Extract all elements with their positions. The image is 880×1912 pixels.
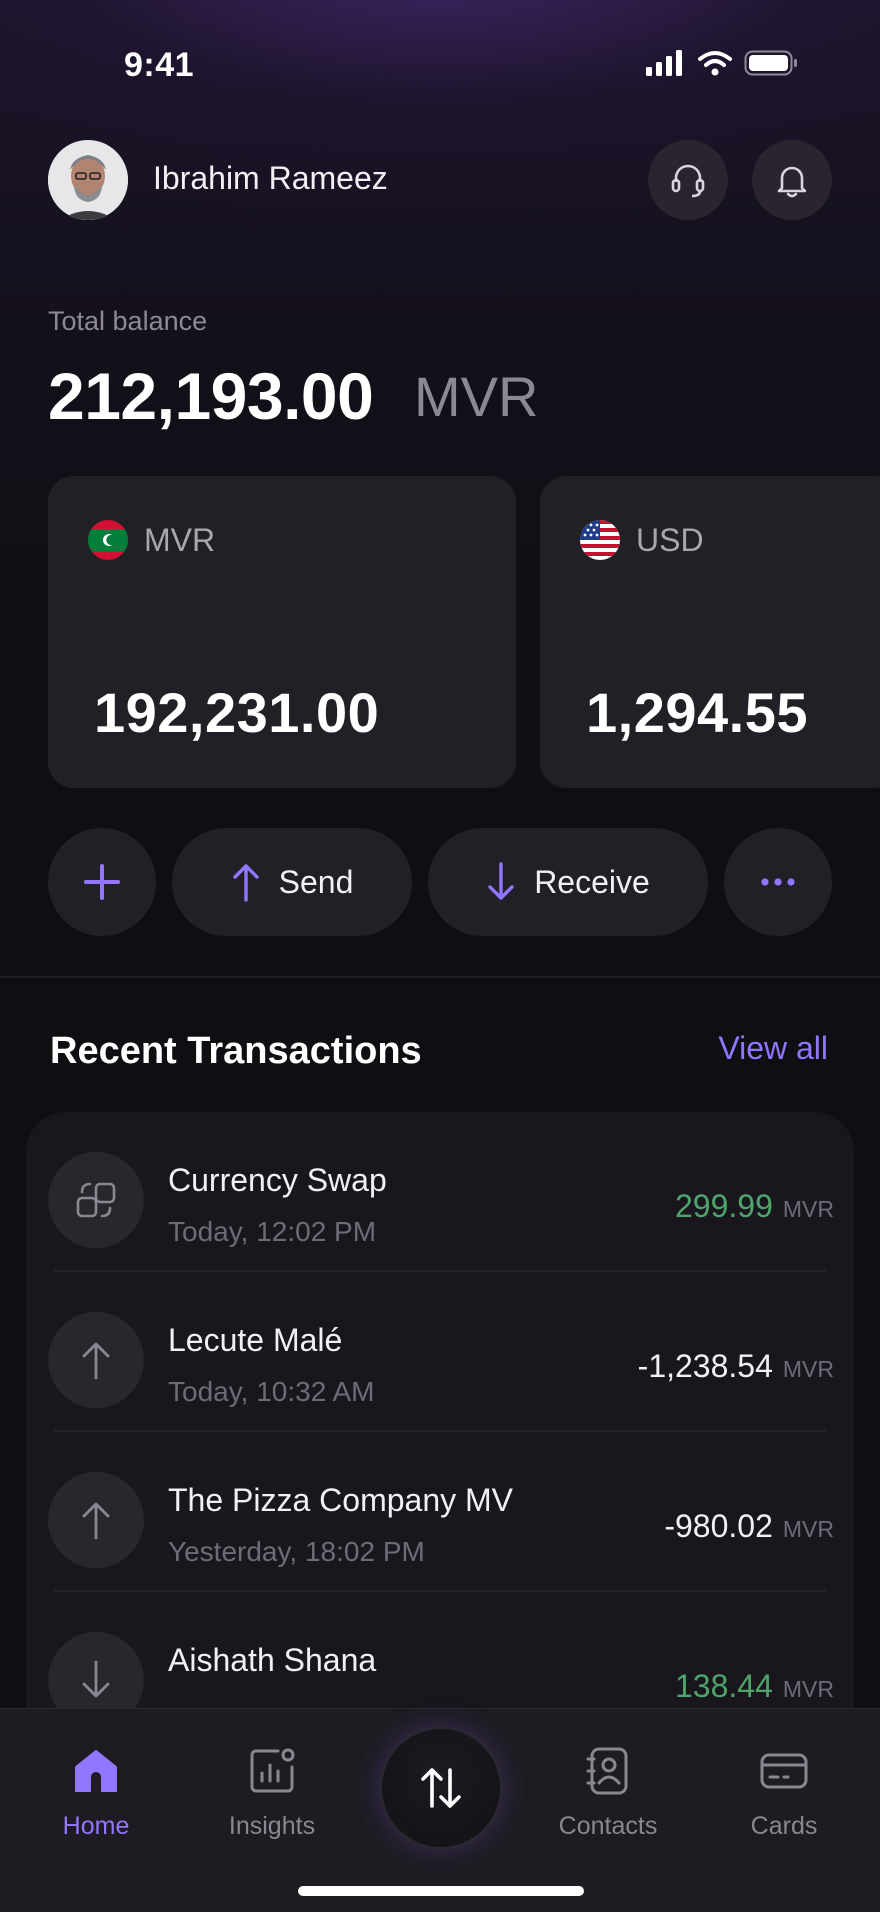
us-flag-icon <box>580 520 620 560</box>
arrow-down-icon <box>488 862 514 900</box>
more-button[interactable] <box>724 828 832 936</box>
transaction-time: Yesterday, 18:02 PM <box>168 1536 425 1567</box>
plus-icon <box>84 864 120 900</box>
transaction-currency: MVR <box>782 1196 834 1222</box>
signal-icon <box>646 50 682 76</box>
nav-home-label: Home <box>62 1812 130 1840</box>
transaction-amount: -1,238.54 <box>637 1348 773 1384</box>
wallet-currency-code: USD <box>636 522 704 558</box>
total-balance-label: Total balance <box>48 306 208 336</box>
maldives-flag-icon <box>88 520 128 560</box>
transfer-button[interactable] <box>382 1729 500 1847</box>
notifications-button[interactable] <box>752 140 832 220</box>
transactions-panel: Currency Swap Today, 12:02 PM 299.99 MVR… <box>26 1112 854 1812</box>
more-icon <box>761 878 795 886</box>
transaction-name: Aishath Shana <box>168 1642 377 1678</box>
transaction-amount: -980.02 <box>664 1508 773 1544</box>
nav-home[interactable]: Home <box>26 1745 166 1841</box>
nav-insights-label: Insights <box>228 1812 316 1840</box>
transaction-amount: 138.44 <box>675 1668 773 1704</box>
transaction-name: Currency Swap <box>168 1162 387 1198</box>
transfer-arrows-icon <box>421 1768 461 1808</box>
transaction-row[interactable]: The Pizza Company MV Yesterday, 18:02 PM… <box>26 1432 854 1592</box>
user-name[interactable]: Ibrahim Rameez <box>153 160 388 197</box>
transaction-name: The Pizza Company MV <box>168 1482 514 1518</box>
arrow-up-icon <box>48 1472 144 1568</box>
total-balance-currency: MVR <box>414 365 539 428</box>
bottom-navigation: Home Insights Contacts Cards <box>0 1708 880 1912</box>
wifi-icon <box>698 51 732 76</box>
add-button[interactable] <box>48 828 156 936</box>
wallet-amount: 192,231.00 <box>94 681 380 744</box>
avatar[interactable] <box>48 140 128 220</box>
home-icon <box>75 1750 117 1792</box>
home-indicator <box>298 1886 584 1896</box>
view-all-link[interactable]: View all <box>718 1030 828 1067</box>
transaction-currency: MVR <box>782 1676 834 1702</box>
nav-contacts-label: Contacts <box>558 1812 658 1840</box>
transaction-name: Lecute Malé <box>168 1322 343 1358</box>
send-button[interactable]: Send <box>172 828 412 936</box>
total-balance-amount: 212,193.00 <box>48 359 374 433</box>
transaction-currency: MVR <box>782 1356 834 1382</box>
nav-cards[interactable]: Cards <box>714 1745 854 1841</box>
battery-icon <box>744 50 797 76</box>
transaction-row[interactable]: Currency Swap Today, 12:02 PM 299.99 MVR <box>26 1112 854 1272</box>
support-button[interactable] <box>648 140 728 220</box>
receive-label: Receive <box>534 863 650 900</box>
wallet-card-mvr[interactable]: MVR 192,231.00 <box>48 476 516 788</box>
arrow-up-icon <box>48 1312 144 1408</box>
transaction-amount: 299.99 <box>675 1188 773 1224</box>
status-icons <box>646 50 798 76</box>
recent-transactions-title: Recent Transactions <box>50 1030 422 1072</box>
wallet-currency-code: MVR <box>144 522 216 558</box>
nav-contacts[interactable]: Contacts <box>538 1745 678 1841</box>
bell-icon <box>777 166 807 198</box>
headset-icon <box>671 164 705 198</box>
contacts-icon <box>586 1747 628 1795</box>
wallet-amount: 1,294.55 <box>586 681 808 744</box>
transaction-time: Today, 12:02 PM <box>168 1216 377 1247</box>
transaction-row[interactable]: Lecute Malé Today, 10:32 AM -1,238.54 MV… <box>26 1272 854 1432</box>
nav-insights[interactable]: Insights <box>202 1745 342 1841</box>
send-label: Send <box>278 863 354 900</box>
profile-photo-icon <box>48 140 128 220</box>
insights-icon <box>250 1748 295 1793</box>
wallet-card-usd[interactable]: USD 1,294.55 <box>540 476 880 788</box>
section-divider <box>0 976 880 978</box>
status-time: 9:41 <box>124 46 195 84</box>
receive-button[interactable]: Receive <box>428 828 708 936</box>
nav-cards-label: Cards <box>750 1812 818 1840</box>
transaction-currency: MVR <box>782 1516 834 1542</box>
currency-swap-icon <box>48 1152 144 1248</box>
arrow-up-icon <box>232 864 259 902</box>
card-icon <box>760 1753 808 1789</box>
transaction-time: Today, 10:32 AM <box>168 1376 375 1407</box>
